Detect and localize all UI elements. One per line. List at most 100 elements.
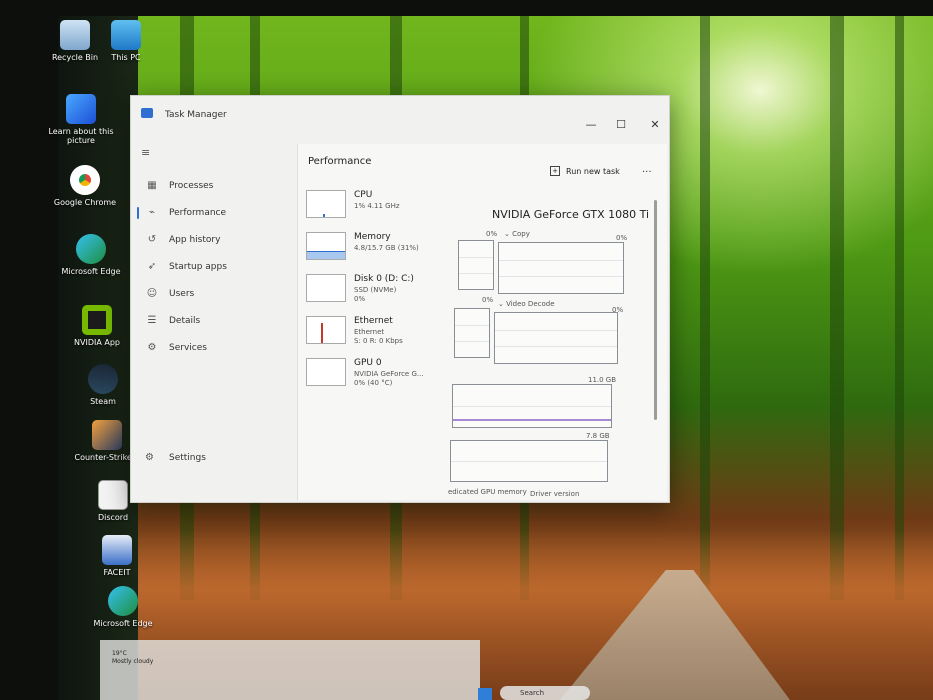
users-icon: ☺: [146, 287, 158, 299]
resource-item-memory[interactable]: Memory 4.8/15.7 GB (31%): [306, 230, 456, 272]
sidebar-item-details[interactable]: ☰ Details: [139, 307, 289, 334]
gpu-engine-graph: [458, 240, 494, 290]
gpu-engine-graph: [454, 308, 490, 358]
ethernet-adapter: Ethernet: [354, 328, 385, 336]
nvidia-icon: [82, 305, 112, 335]
resource-item-cpu[interactable]: CPU 1% 4.11 GHz: [306, 188, 456, 230]
sidebar-item-label: Details: [169, 315, 201, 326]
driver-version-label: Driver version: [530, 490, 580, 498]
desktop-icon-this-pc[interactable]: This PC: [93, 20, 159, 62]
run-task-icon: +: [550, 166, 560, 176]
gridline: [499, 259, 623, 261]
computer-icon: [111, 20, 141, 50]
cpu-thumbnail-graph: [306, 190, 346, 218]
discord-icon: [98, 480, 128, 510]
gridline: [459, 272, 493, 274]
gpu-model: NVIDIA GeForce G...: [354, 370, 424, 378]
sidebar-item-startup-apps[interactable]: ➶ Startup apps: [139, 253, 289, 280]
resource-item-disk[interactable]: Disk 0 (D: C:) SSD (NVMe) 0%: [306, 272, 456, 314]
copy-engine-dropdown[interactable]: ⌄ Copy: [504, 230, 530, 238]
resource-detail: SSD (NVMe) 0%: [354, 286, 396, 304]
desktop-icon-label: Learn about this picture: [48, 127, 114, 145]
sidebar-item-processes[interactable]: ▦ Processes: [139, 172, 289, 199]
gpu-usage-temp: 0% (40 °C): [354, 379, 393, 387]
resource-detail: NVIDIA GeForce G... 0% (40 °C): [354, 370, 424, 388]
desktop-icon-label: Discord: [97, 513, 129, 522]
ethernet-thumbnail-graph: [306, 316, 346, 344]
ethernet-throughput: S: 0 R: 0 Kbps: [354, 337, 403, 345]
performance-pane: Performance + Run new task ... CPU 1% 4.…: [297, 144, 667, 500]
weather-widget[interactable]: 19°C Mostly cloudy: [112, 650, 153, 666]
sidebar-item-performance[interactable]: ⌁ Performance: [137, 199, 289, 226]
resource-name: Ethernet: [354, 316, 393, 326]
edge-icon: [108, 586, 138, 616]
run-new-task-label: Run new task: [566, 166, 620, 176]
search-label: Search: [520, 689, 545, 697]
gridline: [455, 324, 489, 326]
recycle-bin-icon: [60, 20, 90, 50]
menu-icon[interactable]: ≡: [141, 146, 150, 159]
cpu-usage-mark: [323, 214, 325, 217]
desktop-icon-edge-2[interactable]: Microsoft Edge: [90, 586, 156, 628]
maximize-button[interactable]: ☐: [611, 118, 631, 132]
resource-item-ethernet[interactable]: Ethernet Ethernet S: 0 R: 0 Kbps: [306, 314, 456, 356]
shared-memory-max: 7.8 GB: [586, 432, 610, 440]
gpu-thumbnail-graph: [306, 358, 346, 386]
dedicated-memory-usage-line: [453, 419, 611, 421]
desktop-icon-label: Microsoft Edge: [61, 267, 121, 276]
memory-usage-fill: [307, 251, 345, 259]
faceit-icon: [102, 535, 132, 565]
desktop-icon-nvidia[interactable]: NVIDIA App: [64, 305, 130, 347]
bamboo-stalk: [830, 0, 844, 600]
gridline: [495, 329, 617, 331]
gridline: [495, 346, 617, 347]
monitor-bezel: [0, 0, 933, 16]
title-bar[interactable]: Task Manager — ☐ ✕: [131, 96, 671, 132]
ethernet-spike: [321, 323, 323, 343]
desktop-icon-learn-picture[interactable]: Learn about this picture: [48, 94, 114, 145]
sidebar-item-users[interactable]: ☺ Users: [139, 280, 289, 307]
sidebar-item-app-history[interactable]: ↺ App history: [139, 226, 289, 253]
resource-name: Memory: [354, 232, 391, 242]
resource-name: Disk 0 (D: C:): [354, 274, 414, 284]
scrollbar[interactable]: [654, 200, 657, 420]
desktop-icon-label: Steam: [90, 397, 116, 406]
start-button[interactable]: [478, 688, 492, 700]
gridline: [459, 256, 493, 258]
edge-icon: [76, 234, 106, 264]
desktop-icon-chrome[interactable]: Google Chrome: [52, 165, 118, 207]
graph-max-label: 0%: [486, 230, 498, 238]
run-new-task-button[interactable]: + Run new task: [550, 166, 620, 176]
desktop-icon-label: Microsoft Edge: [93, 619, 153, 628]
desktop-icon-edge[interactable]: Microsoft Edge: [58, 234, 124, 276]
sidebar-item-settings[interactable]: ⚙ Settings: [145, 452, 206, 463]
resource-detail: 1% 4.11 GHz: [354, 202, 400, 210]
dedicated-gpu-memory-graph: [452, 384, 612, 428]
close-button[interactable]: ✕: [645, 118, 665, 132]
sidebar-item-label: Settings: [169, 452, 206, 463]
desktop-icon-label: Recycle Bin: [51, 53, 99, 62]
taskbar: 19°C Mostly cloudy: [100, 640, 492, 700]
copy-engine-graph: [498, 242, 624, 294]
gridline: [499, 276, 623, 277]
taskbar-search[interactable]: Search: [500, 686, 590, 700]
resource-name: GPU 0: [354, 358, 382, 368]
shared-gpu-memory-graph: [450, 440, 608, 482]
more-options-button[interactable]: ...: [642, 164, 652, 175]
minimize-button[interactable]: —: [581, 118, 601, 132]
gridline: [451, 461, 607, 462]
desktop-icon-steam[interactable]: Steam: [70, 364, 136, 406]
bamboo-stalk: [700, 0, 710, 600]
counter-strike-icon: [92, 420, 122, 450]
resource-item-gpu[interactable]: GPU 0 NVIDIA GeForce G... 0% (40 °C): [306, 356, 456, 398]
window-title: Task Manager: [165, 110, 227, 120]
video-decode-dropdown[interactable]: ⌄ Video Decode: [498, 300, 555, 308]
desktop-icon-faceit[interactable]: FACEIT: [84, 535, 150, 577]
video-decode-graph: [494, 312, 618, 364]
resource-name: CPU: [354, 190, 373, 200]
desktop-icon-label: Google Chrome: [53, 198, 117, 207]
task-manager-icon: [141, 108, 153, 118]
resource-list: CPU 1% 4.11 GHz Memory 4.8/15.7 GB (31%)…: [306, 188, 456, 398]
sidebar-item-services[interactable]: ⚙ Services: [139, 334, 289, 361]
resource-detail: Ethernet S: 0 R: 0 Kbps: [354, 328, 403, 346]
